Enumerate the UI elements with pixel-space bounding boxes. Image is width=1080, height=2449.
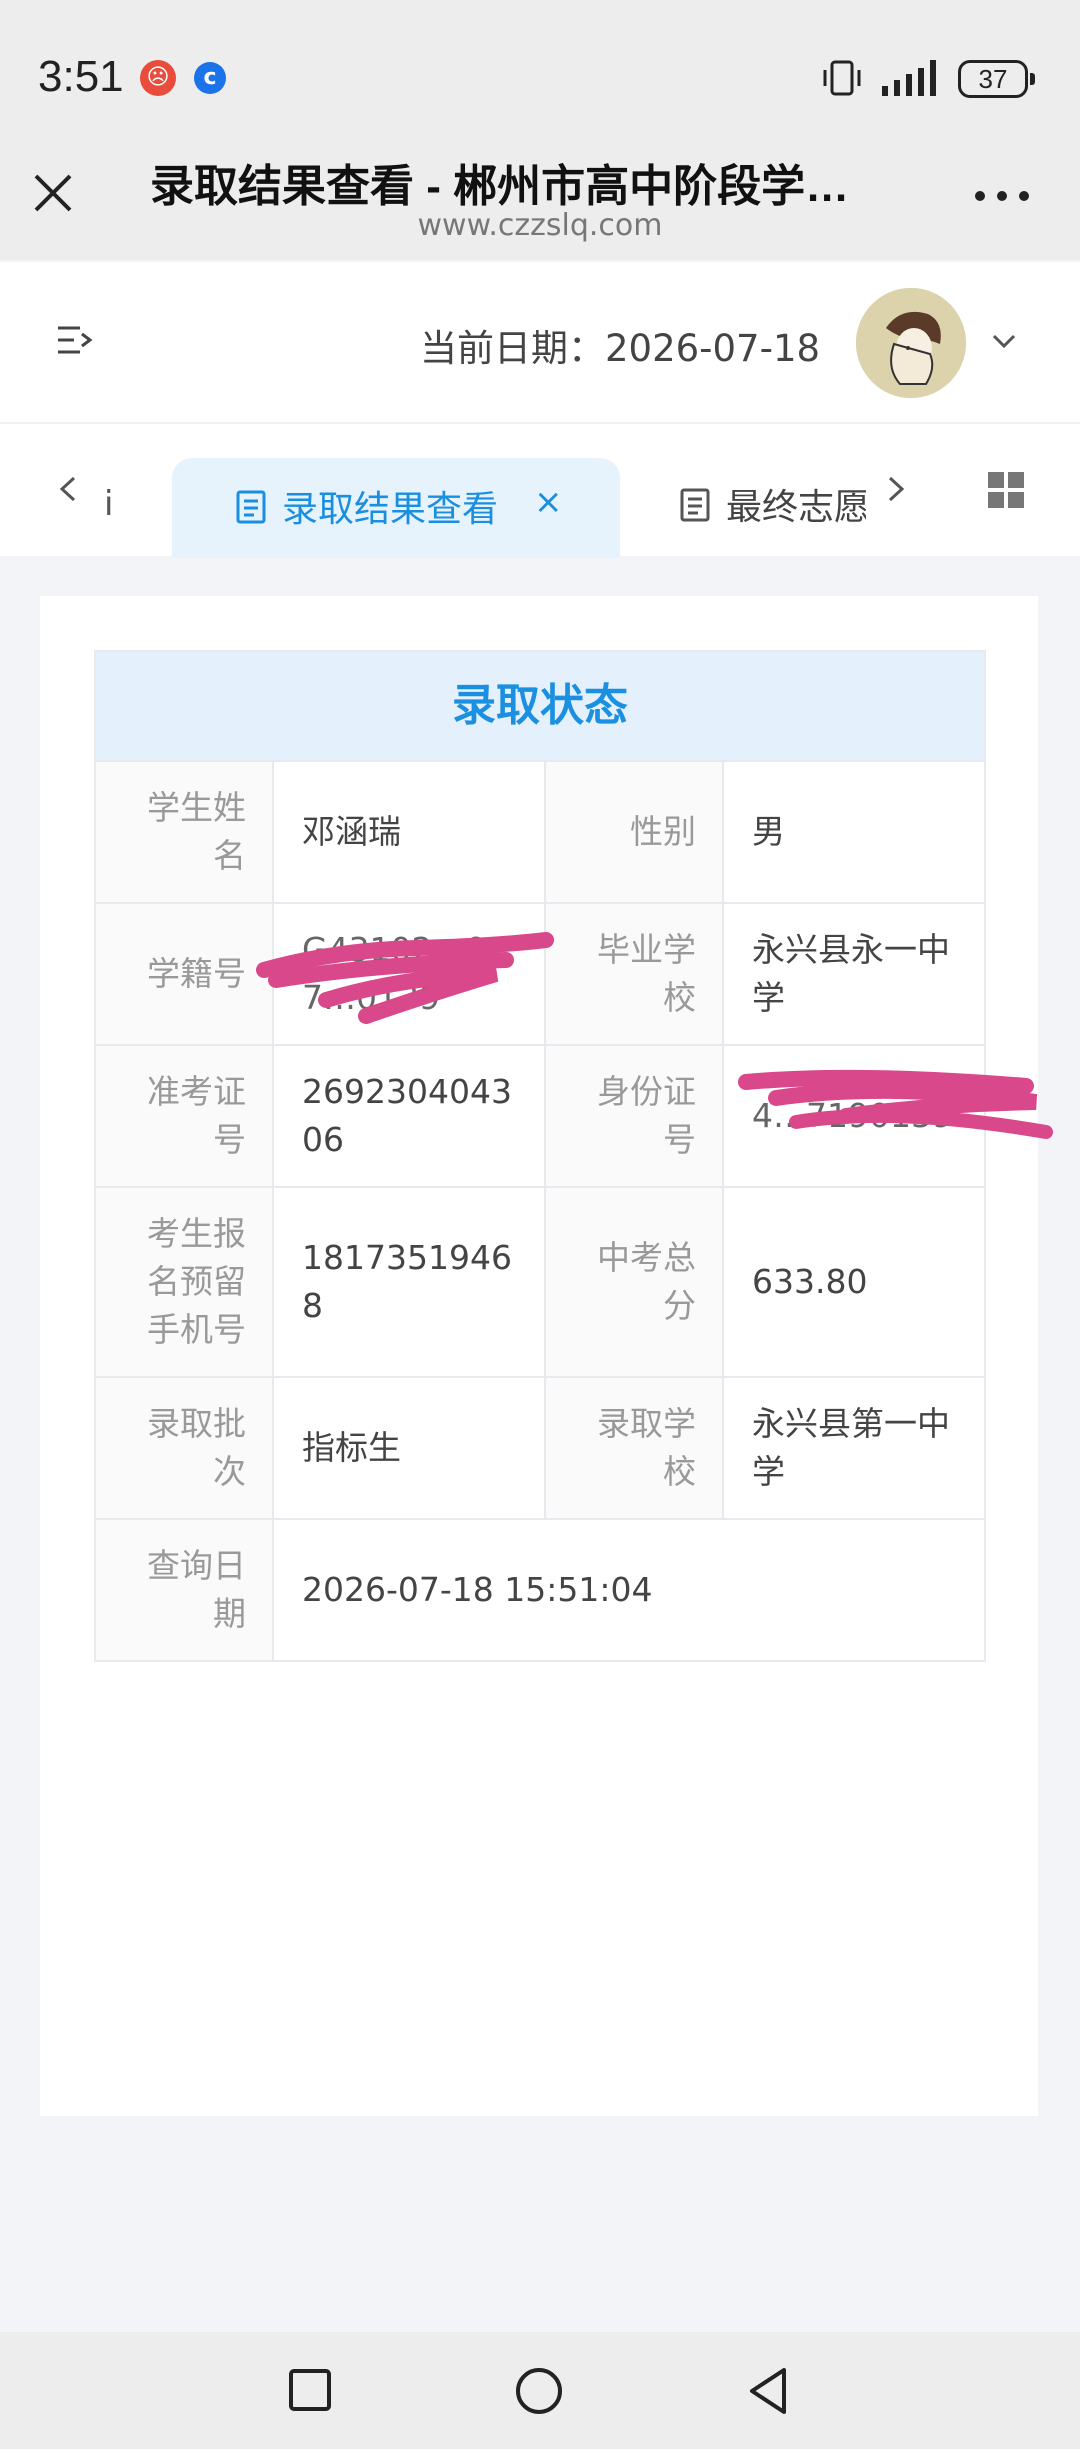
more-dots-icon[interactable] [974, 186, 1030, 206]
value-query-date: 2026-07-18 15:51:04 [272, 1518, 986, 1662]
admission-status-table: 录取状态 学生姓名 邓涵瑞 性别 男 学籍号 G43102…07…0139 毕业… [94, 650, 986, 1662]
avatar-illustration [856, 288, 966, 398]
value-admission-school: 永兴县第一中学 [722, 1376, 986, 1520]
chevron-right-icon[interactable] [884, 474, 908, 504]
battery-indicator: 37 [958, 60, 1035, 98]
table-title: 录取状态 [94, 650, 986, 762]
tab-label: 录取结果查看 [282, 489, 499, 530]
table-row: 学籍号 G43102…07…0139 毕业学校 永兴县永一中学 [94, 902, 986, 1046]
value-id-card: 4…7190139 [722, 1044, 986, 1188]
browser-page-title: 录取结果查看 - 郴州市高中阶段学… [150, 162, 850, 211]
grid-icon[interactable] [986, 470, 1026, 510]
value-admission-batch: 指标生 [272, 1376, 546, 1520]
label-phone: 考生报名预留手机号 [94, 1186, 274, 1378]
label-total-score: 中考总分 [544, 1186, 724, 1378]
table-row: 考生报名预留手机号 18173519468 中考总分 633.80 [94, 1186, 986, 1378]
label-gender: 性别 [544, 760, 724, 904]
status-time: 3:51 [38, 52, 124, 101]
value-exam-number: 269230404306 [272, 1044, 546, 1188]
content-card: 录取状态 学生姓名 邓涵瑞 性别 男 学籍号 G43102…07…0139 毕业… [40, 596, 1038, 2116]
signal-icon [882, 60, 936, 96]
menu-collapse-icon[interactable] [56, 322, 96, 358]
chevron-down-icon[interactable] [990, 330, 1018, 354]
notification-app-icon: ☹ [140, 60, 176, 96]
status-bar: 3:51 ☹ c 37 [0, 0, 1080, 130]
home-icon[interactable] [514, 2366, 564, 2416]
table-row: 准考证号 269230404306 身份证号 4…7190139 [94, 1044, 986, 1188]
tab-close-icon[interactable]: × [534, 482, 563, 522]
label-exam-number: 准考证号 [94, 1044, 274, 1188]
tab-admission-result[interactable]: 录取结果查看 × [172, 458, 620, 558]
tab-label: 最终志愿 [726, 487, 866, 528]
browser-url[interactable]: www.czzslq.com [0, 208, 1080, 243]
label-id-card: 身份证号 [544, 1044, 724, 1188]
table-row: 录取批次 指标生 录取学校 永兴县第一中学 [94, 1376, 986, 1520]
label-student-id: 学籍号 [94, 902, 274, 1046]
tab-partial-left[interactable]: i [104, 484, 113, 524]
value-phone: 18173519468 [272, 1186, 546, 1378]
label-admission-batch: 录取批次 [94, 1376, 274, 1520]
label-student-name: 学生姓名 [94, 760, 274, 904]
back-icon[interactable] [746, 2366, 790, 2416]
label-admission-school: 录取学校 [544, 1376, 724, 1520]
value-student-id: G43102…07…0139 [272, 902, 546, 1046]
system-nav-bar [0, 2332, 1080, 2449]
current-date: 当前日期：2026-07-18 [420, 327, 821, 370]
label-query-date: 查询日期 [94, 1518, 274, 1662]
label-graduate-school: 毕业学校 [544, 902, 724, 1046]
table-row: 查询日期 2026-07-18 15:51:04 [94, 1518, 986, 1662]
vibrate-icon [823, 60, 861, 96]
value-total-score: 633.80 [722, 1186, 986, 1378]
document-icon [236, 490, 266, 524]
app-header: 当前日期：2026-07-18 [0, 262, 1080, 424]
value-graduate-school: 永兴县永一中学 [722, 902, 986, 1046]
value-gender: 男 [722, 760, 986, 904]
notification-browser-icon: c [194, 62, 226, 94]
avatar[interactable] [856, 288, 966, 398]
chevron-left-icon[interactable] [56, 474, 80, 504]
browser-header: 录取结果查看 - 郴州市高中阶段学… www.czzslq.com [0, 130, 1080, 260]
tabs-bar: i 录取结果查看 × 最终志愿 [0, 424, 1080, 558]
value-student-name: 邓涵瑞 [272, 760, 546, 904]
table-row: 学生姓名 邓涵瑞 性别 男 [94, 760, 986, 904]
document-icon [680, 488, 710, 522]
recent-apps-icon[interactable] [288, 2368, 332, 2412]
tab-final-choice[interactable]: 最终志愿 [676, 458, 866, 558]
